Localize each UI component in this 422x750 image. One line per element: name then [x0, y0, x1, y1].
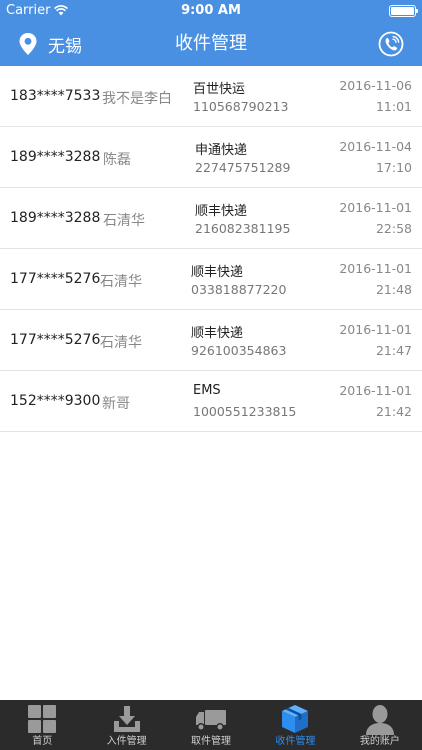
received-time: 11:01	[375, 99, 412, 114]
recipient-name: 石清华	[103, 213, 145, 229]
tab-inbound[interactable]: 入件管理	[84, 700, 168, 750]
inbox-download-icon	[110, 702, 144, 736]
grid-icon	[25, 702, 59, 736]
courier-company: 百世快运	[193, 82, 246, 97]
received-date: 2016-11-06	[339, 78, 412, 93]
list-item[interactable]: 177****5276 石清华 顺丰快递 926100354863 2016-1…	[0, 310, 422, 371]
tab-receive[interactable]: 收件管理	[253, 700, 337, 750]
truck-icon	[194, 702, 228, 736]
tracking-number: 216082381195	[195, 221, 291, 236]
recipient-phone: 189****3288	[10, 149, 101, 165]
tab-label: 首页	[32, 736, 53, 747]
tab-bar: 首页 入件管理 取件管理 收件管理 我的账户	[0, 700, 422, 750]
package-icon	[278, 702, 312, 736]
received-date: 2016-11-01	[339, 383, 412, 398]
recipient-phone: 177****5276	[10, 271, 101, 287]
list-item[interactable]: 183****7533 我不是李白 百世快运 110568790213 2016…	[0, 66, 422, 127]
tracking-number: 1000551233815	[193, 404, 297, 419]
recipient-name: 石清华	[100, 335, 142, 351]
courier-company: 申通快递	[195, 143, 248, 158]
tab-label: 取件管理	[191, 736, 232, 747]
list-item[interactable]: 189****3288 陈磊 申通快递 227475751289 2016-11…	[0, 127, 422, 188]
tab-label: 入件管理	[106, 736, 147, 747]
received-date: 2016-11-01	[339, 322, 412, 337]
tracking-number: 033818877220	[191, 282, 287, 297]
recipient-name: 石清华	[100, 274, 142, 290]
list-item[interactable]: 152****9300 新哥 EMS 1000551233815 2016-11…	[0, 371, 422, 432]
tab-home[interactable]: 首页	[0, 700, 84, 750]
tracking-number: 227475751289	[195, 160, 291, 175]
received-time: 21:47	[375, 343, 412, 358]
tab-label: 我的账户	[359, 736, 400, 747]
tab-account[interactable]: 我的账户	[338, 700, 422, 750]
received-date: 2016-11-01	[339, 200, 412, 215]
received-time: 22:58	[375, 221, 412, 236]
phone-call-icon[interactable]	[378, 31, 404, 57]
courier-company: EMS	[193, 383, 221, 398]
courier-company: 顺丰快递	[191, 265, 244, 280]
battery-icon	[389, 5, 418, 17]
tracking-number: 110568790213	[193, 99, 289, 114]
list-item[interactable]: 177****5276 石清华 顺丰快递 033818877220 2016-1…	[0, 249, 422, 310]
user-icon	[363, 702, 397, 736]
recipient-phone: 189****3288	[10, 210, 101, 226]
tab-label: 收件管理	[275, 736, 316, 747]
nav-bar: 无锡 收件管理	[0, 22, 422, 66]
recipient-name: 我不是李白	[102, 91, 172, 107]
parcel-list: 183****7533 我不是李白 百世快运 110568790213 2016…	[0, 66, 422, 432]
page-title: 收件管理	[175, 33, 247, 54]
received-date: 2016-11-04	[339, 139, 412, 154]
received-date: 2016-11-01	[339, 261, 412, 276]
tab-pickup[interactable]: 取件管理	[169, 700, 253, 750]
recipient-name: 陈磊	[103, 152, 131, 168]
recipient-phone: 177****5276	[10, 332, 101, 348]
status-time: 9:00 AM	[181, 3, 241, 18]
list-item[interactable]: 189****3288 石清华 顺丰快递 216082381195 2016-1…	[0, 188, 422, 249]
courier-company: 顺丰快递	[191, 326, 244, 341]
courier-company: 顺丰快递	[195, 204, 248, 219]
status-bar: Carrier 9:00 AM	[0, 0, 422, 22]
received-time: 17:10	[375, 160, 412, 175]
tracking-number: 926100354863	[191, 343, 287, 358]
recipient-phone: 152****9300	[10, 393, 101, 409]
recipient-name: 新哥	[102, 396, 130, 412]
received-time: 21:48	[375, 282, 412, 297]
received-time: 21:42	[375, 404, 412, 419]
recipient-phone: 183****7533	[10, 88, 101, 104]
